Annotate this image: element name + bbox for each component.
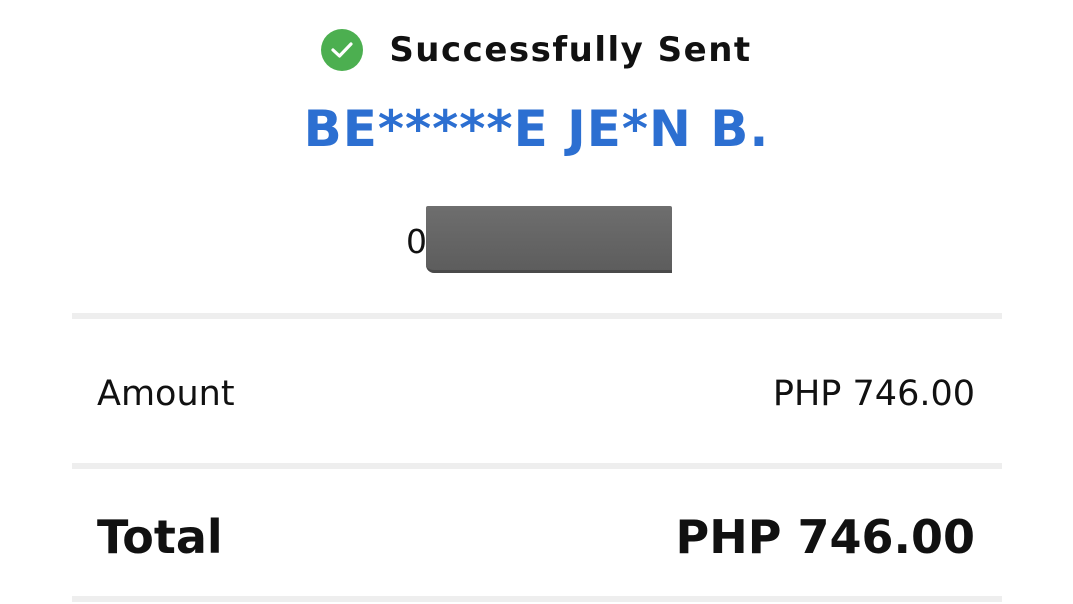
status-row: Successfully Sent xyxy=(0,28,1073,72)
divider xyxy=(72,596,1002,602)
amount-row: Amount PHP 746.00 xyxy=(97,368,975,420)
recipient-name: BE*****E JE*N B. xyxy=(303,100,770,158)
account-number-prefix: 0 xyxy=(406,222,427,261)
account-number: 0 xyxy=(0,200,1073,280)
amount-label: Amount xyxy=(97,374,235,414)
total-value: PHP 746.00 xyxy=(675,510,975,564)
check-circle-icon xyxy=(321,29,364,71)
total-label: Total xyxy=(97,510,223,564)
divider xyxy=(72,313,1002,319)
amount-value: PHP 746.00 xyxy=(772,374,975,414)
total-row: Total PHP 746.00 xyxy=(97,505,975,569)
status-text: Successfully Sent xyxy=(389,30,752,70)
redaction-block xyxy=(426,206,672,273)
divider xyxy=(72,463,1002,469)
